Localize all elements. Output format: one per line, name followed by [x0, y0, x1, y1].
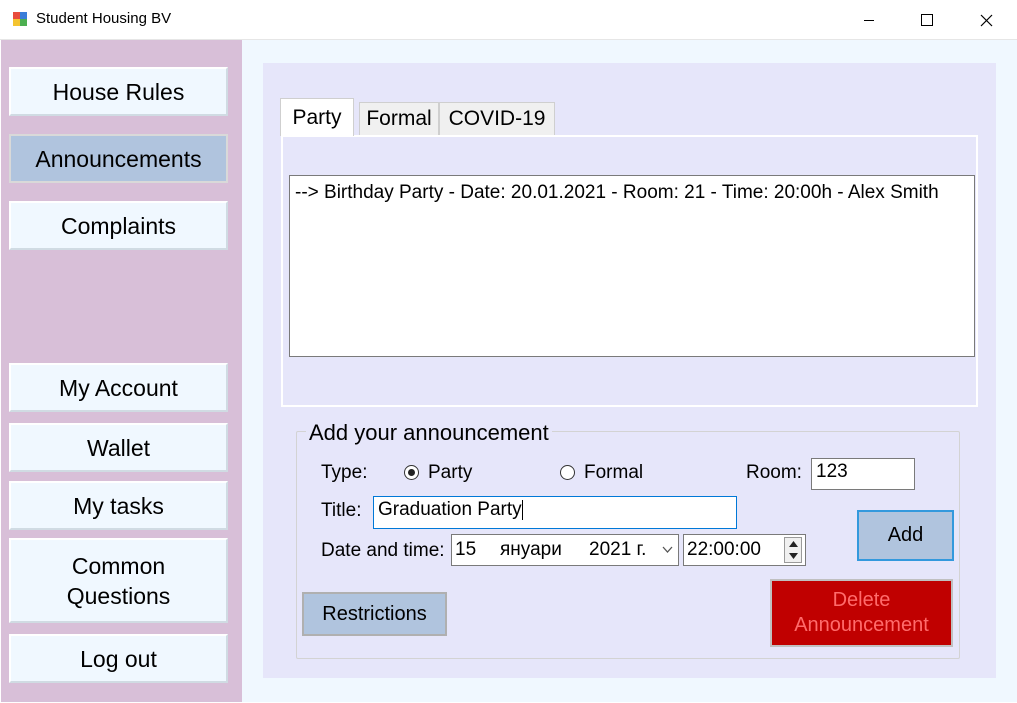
time-picker[interactable]: 22:00:00: [683, 534, 806, 566]
title-label: Title:: [321, 500, 362, 521]
nav-log-out-button[interactable]: Log out: [9, 634, 228, 683]
nav-complaints-button[interactable]: Complaints: [9, 201, 228, 250]
announcements-list[interactable]: --> Birthday Party - Date: 20.01.2021 - …: [289, 175, 975, 357]
spin-up-icon[interactable]: [789, 541, 798, 547]
title-input-value: Graduation Party: [378, 499, 522, 520]
party-radio-label[interactable]: Party: [428, 462, 472, 484]
delete-announcement-button[interactable]: Delete Announcement: [770, 579, 953, 647]
maximize-icon: [921, 14, 933, 26]
restrictions-button[interactable]: Restrictions: [302, 592, 447, 636]
tab-covid-19[interactable]: COVID-19: [439, 102, 555, 135]
time-value: 22:00:00: [687, 539, 761, 560]
nav-announcements-button[interactable]: Announcements: [9, 134, 228, 183]
window-title: Student Housing BV: [36, 10, 172, 27]
maximize-button[interactable]: [898, 0, 956, 40]
date-day: 15: [455, 539, 477, 560]
minimize-button[interactable]: [840, 0, 898, 40]
title-bar: Student Housing BV: [0, 0, 1017, 40]
nav-house-rules-button[interactable]: House Rules: [9, 67, 228, 116]
text-caret: [521, 499, 523, 520]
date-month: януари: [500, 539, 562, 560]
minimize-icon: [864, 20, 874, 21]
formal-radio-label[interactable]: Formal: [584, 462, 643, 484]
room-input[interactable]: 123: [811, 458, 915, 490]
close-icon: [980, 14, 992, 26]
formal-radio[interactable]: [560, 465, 575, 480]
tab-party[interactable]: Party: [280, 98, 354, 136]
nav-common-questions-button[interactable]: Common Questions: [9, 538, 228, 623]
date-year: 2021 г.: [589, 539, 647, 560]
radio-selected-dot: [408, 469, 415, 476]
nav-my-account-button[interactable]: My Account: [9, 363, 228, 412]
title-input[interactable]: Graduation Party: [373, 496, 737, 529]
party-radio[interactable]: [404, 465, 419, 480]
chevron-down-icon[interactable]: [662, 546, 673, 554]
type-label: Type:: [321, 462, 368, 483]
add-button[interactable]: Add: [857, 510, 954, 561]
tab-formal[interactable]: Formal: [359, 102, 439, 135]
room-label: Room:: [746, 462, 802, 483]
time-spinner[interactable]: [784, 537, 802, 563]
date-time-label: Date and time:: [321, 540, 445, 561]
app-icon: [13, 12, 27, 26]
group-title: Add your announcement: [306, 420, 552, 446]
nav-my-tasks-button[interactable]: My tasks: [9, 481, 228, 530]
nav-wallet-button[interactable]: Wallet: [9, 423, 228, 472]
spin-down-icon[interactable]: [789, 553, 798, 559]
close-button[interactable]: [957, 0, 1015, 40]
list-item[interactable]: --> Birthday Party - Date: 20.01.2021 - …: [295, 182, 974, 204]
date-picker[interactable]: 15 януари 2021 г.: [451, 534, 679, 566]
